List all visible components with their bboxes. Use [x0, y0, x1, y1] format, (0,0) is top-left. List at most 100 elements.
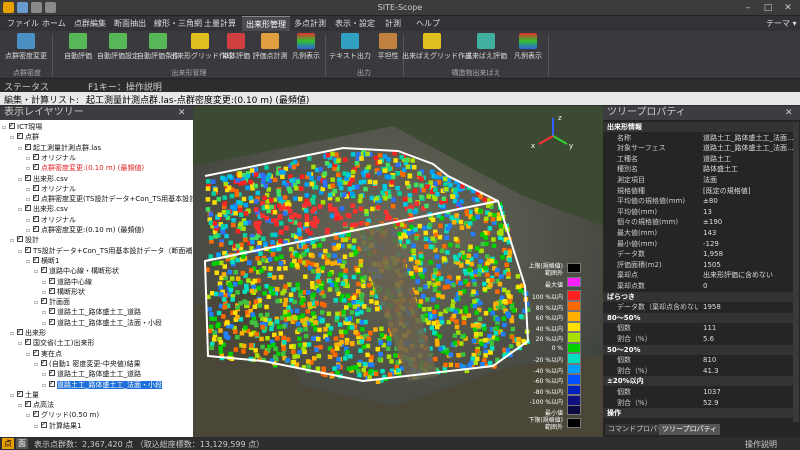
property-row[interactable]: 50〜20%	[603, 344, 793, 355]
property-row[interactable]: 個々の規格値(mm) ±190	[603, 217, 793, 227]
property-row[interactable]: 操作	[603, 408, 793, 419]
expand-icon[interactable]: ▫	[26, 257, 33, 267]
property-row[interactable]: データ数 1,958	[603, 249, 793, 259]
tree-item[interactable]: ▫点群密度変更(TS設計データ+Con_TS用基本設計データ	[26, 193, 193, 204]
tree-checkbox[interactable]	[25, 203, 31, 213]
legend-display-button[interactable]: 凡例表示	[282, 33, 330, 67]
expand-icon[interactable]: ▫	[18, 144, 25, 154]
tree-item[interactable]: ▫道路土工_路体盛土工_道路	[42, 306, 141, 317]
theme-menu[interactable]: テーマ ▾	[762, 16, 800, 31]
property-row[interactable]: 規格値種 [既定の規格値]	[603, 186, 793, 196]
density-change-button[interactable]: 点群密度変更	[2, 33, 50, 67]
property-scrollbar[interactable]	[793, 122, 799, 422]
menu-section-extract[interactable]: 断面抽出	[110, 16, 150, 31]
expand-icon[interactable]: ▫	[10, 391, 17, 401]
tree-checkbox[interactable]	[49, 379, 55, 389]
tree-checkbox[interactable]	[17, 327, 23, 337]
tree-checkbox[interactable]	[41, 296, 47, 306]
quality-legend-button[interactable]: 凡例表示	[504, 33, 552, 67]
tree-checkbox[interactable]	[49, 286, 55, 296]
property-row[interactable]: 最小値(mm) -129	[603, 239, 793, 249]
tree-item[interactable]: ▫ 国交省(土工)出来形	[18, 337, 94, 349]
flatness-button[interactable]: 平坦性	[364, 33, 412, 67]
menu-pointcloud-edit[interactable]: 点群編集	[70, 16, 110, 31]
property-row[interactable]: 個数 810	[603, 355, 793, 365]
tree-checkbox[interactable]	[9, 121, 15, 131]
tree-checkbox[interactable]	[25, 337, 31, 347]
property-row[interactable]: 出来形情報	[603, 122, 793, 132]
expand-icon[interactable]: ▫	[42, 381, 49, 391]
menu-measure[interactable]: 計測	[381, 16, 405, 31]
tree-item[interactable]: ▫ 起工測量計測点群.las	[18, 142, 101, 154]
property-row[interactable]: 評価面積(m2) 1505	[603, 260, 793, 270]
surface-mode-button[interactable]: 面	[16, 438, 28, 449]
tree-item[interactable]: ▫ TS設計データ+Con_TS用基本設計データ（断面補間済み）.x	[18, 245, 193, 257]
minimize-icon[interactable]: –	[738, 1, 758, 15]
expand-icon[interactable]: ▫	[34, 267, 41, 277]
property-row[interactable]: 棄却点 出来形評価に含めない	[603, 270, 793, 280]
tree-checkbox[interactable]	[49, 306, 55, 316]
tree-checkbox[interactable]	[41, 358, 47, 368]
property-row[interactable]: 測定項目 法面	[603, 175, 793, 185]
tree-checkbox[interactable]	[33, 409, 39, 419]
maximize-icon[interactable]: □	[758, 1, 778, 15]
tree-item[interactable]: ▫ 出来形.csv	[18, 203, 68, 214]
quality-eval-button[interactable]: 出来ばえ評価	[462, 33, 510, 67]
tree-checkbox[interactable]	[33, 348, 39, 358]
menu-earthwork[interactable]: 土量計算	[200, 16, 240, 31]
expand-icon[interactable]: ▫	[18, 175, 25, 185]
tree-checkbox[interactable]	[25, 142, 31, 152]
tree-checkbox[interactable]	[41, 265, 47, 275]
tree-item[interactable]: ▫道路土工_路体盛土工_法面・小段	[42, 317, 162, 328]
tree-item[interactable]: ▫道路土工_路体盛土工_法面・小段	[42, 379, 162, 391]
expand-icon[interactable]: ▫	[10, 133, 17, 143]
tree-checkbox[interactable]	[49, 368, 55, 378]
property-row[interactable]: 対象サーフェス 道路土工_路体盛土工_法面...	[603, 143, 793, 153]
property-row[interactable]: 割合（%） 5.6	[603, 334, 793, 344]
tree-checkbox[interactable]	[33, 214, 39, 224]
tree-checkbox[interactable]	[49, 276, 55, 286]
menu-view-settings[interactable]: 表示・設定	[331, 16, 379, 31]
point-mode-button[interactable]: 点	[2, 438, 14, 449]
property-row[interactable]: 個数 111	[603, 323, 793, 333]
expand-icon[interactable]: ▫	[18, 247, 25, 257]
property-row[interactable]: 名称 道路土工_路体盛土工_法面...	[603, 133, 793, 143]
menu-multipoint[interactable]: 多点計測	[290, 16, 330, 31]
tree-checkbox[interactable]	[33, 183, 39, 193]
tree-item[interactable]: ▫ 道路中心線・構断形状	[34, 265, 119, 277]
property-row[interactable]: 個数 1037	[603, 387, 793, 397]
tree-item[interactable]: ▫ ICT現場	[2, 121, 42, 132]
help-text[interactable]: 操作説明	[745, 439, 777, 450]
property-row[interactable]: 最大値(mm) 143	[603, 228, 793, 238]
property-row[interactable]: 平均値(mm) 13	[603, 207, 793, 217]
expand-icon[interactable]: ▫	[10, 236, 17, 246]
menu-as-built[interactable]: 出来形管理	[242, 16, 290, 31]
tree-checkbox[interactable]	[33, 152, 39, 162]
tree-checkbox[interactable]	[33, 162, 39, 172]
expand-icon[interactable]: ▫	[34, 422, 41, 432]
property-row[interactable]: 平均値の規格値(mm) ±80	[603, 196, 793, 206]
auto-eval-conditions-button[interactable]: 自動評価条件	[134, 33, 182, 67]
tree-checkbox[interactable]	[25, 399, 31, 409]
tree-checkbox[interactable]	[33, 224, 39, 234]
tree-checkbox[interactable]	[17, 131, 23, 141]
tree-item[interactable]: ▫ グリッド(0.50 m)	[26, 409, 99, 420]
tab-tree-property[interactable]: ツリープロパティ	[659, 424, 721, 435]
tree-item[interactable]: ▫点群密度変更:(0.10 m) (最頻値)	[26, 224, 144, 235]
tree-checkbox[interactable]	[33, 255, 39, 265]
tree-item[interactable]: ▫ 出来形.csv	[18, 173, 68, 185]
property-row[interactable]: 工種名 道路土工	[603, 154, 793, 164]
expand-icon[interactable]: ▫	[34, 298, 41, 308]
tree-checkbox[interactable]	[49, 317, 55, 327]
3d-viewport[interactable]: z y x 上限(規格値) 範囲外 最大値 100 %以内 80 %以内 60 %以…	[193, 106, 603, 437]
tree-item[interactable]: ▫点群密度変更:(0.10 m) (最頻値)	[26, 162, 144, 173]
menu-home[interactable]: ホーム	[38, 16, 70, 31]
expand-icon[interactable]: ▫	[34, 360, 41, 370]
panel-close-icon[interactable]: ✕	[178, 106, 186, 120]
property-row[interactable]: 種別名 路体盛土工	[603, 164, 793, 174]
expand-icon[interactable]: ▫	[18, 339, 25, 349]
tree-checkbox[interactable]	[17, 234, 23, 244]
menu-help[interactable]: ヘルプ	[412, 16, 444, 31]
property-row[interactable]: データ数（棄却点含めない） 1958	[603, 302, 793, 312]
tree-checkbox[interactable]	[25, 245, 31, 255]
